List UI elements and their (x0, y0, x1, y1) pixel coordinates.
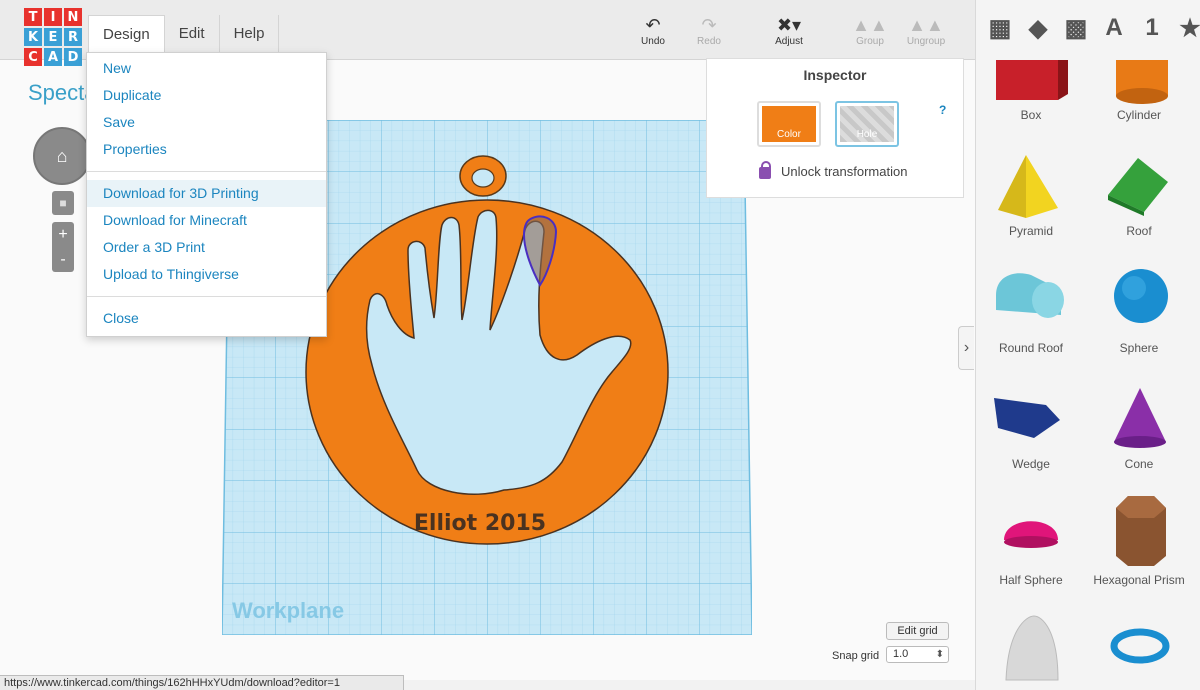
adjust-button[interactable]: ✖▾ Adjust (764, 14, 814, 47)
group-icon: ▲▲ (852, 15, 888, 35)
number-tool-icon[interactable]: 1 (1138, 14, 1166, 42)
adjust-label: Adjust (775, 36, 803, 47)
text-tool-icon[interactable]: A (1100, 14, 1128, 42)
shape-label: Cone (1124, 457, 1154, 471)
tinkercad-logo[interactable]: T I N K E R C A D (24, 8, 82, 66)
shape-label: Roof (1126, 224, 1152, 238)
shape-label: Pyramid (1008, 224, 1053, 238)
color-swatch-label: Color (762, 106, 816, 142)
menu-item-duplicate[interactable]: Duplicate (87, 82, 326, 109)
ungroup-button[interactable]: ▲▲ Ungroup (901, 14, 951, 47)
logo-letter: T (24, 8, 42, 26)
ungroup-icon: ▲▲ (908, 15, 944, 35)
hole-swatch-button[interactable]: Hole (835, 101, 899, 147)
hanging-loop[interactable] (459, 155, 507, 197)
redo-icon: ↷ (701, 15, 717, 35)
paraboloid-icon[interactable] (1005, 615, 1059, 681)
logo-letter: R (64, 28, 82, 46)
redo-button[interactable]: ↷ Redo (684, 14, 734, 47)
inspector-panel: Inspector Color Hole ? Unlock transforma… (706, 58, 964, 198)
undo-label: Undo (641, 36, 665, 47)
top-toolbar: Design Edit Help ↶ Undo ↷ Redo ✖▾ Adjust… (0, 0, 975, 60)
color-swatch-button[interactable]: Color (757, 101, 821, 147)
wireframe-view-icon[interactable]: ▩ (1062, 14, 1090, 42)
sphere-icon[interactable] (1114, 269, 1168, 323)
snap-grid-select[interactable]: 1.0 (886, 646, 949, 663)
logo-letter: C (24, 48, 42, 66)
logo-letter: A (44, 48, 62, 66)
hole-swatch-label: Hole (840, 106, 894, 142)
logo-letter: E (44, 28, 62, 46)
unlock-label: Unlock transformation (781, 163, 908, 179)
shape-label: Box (1020, 108, 1042, 122)
view-icons-bar: ▦ ◆ ▩ A 1 ★ (986, 14, 1200, 42)
status-url-bar: https://www.tinkercad.com/things/162hHHx… (0, 675, 404, 690)
logo-letter: I (44, 8, 62, 26)
unlock-transformation-toggle[interactable]: Unlock transformation (759, 161, 908, 179)
menu-divider (87, 296, 326, 297)
shape-label: Wedge (1012, 457, 1050, 471)
design-menu-dropdown: New Duplicate Save Properties Download f… (86, 52, 327, 337)
torus-icon[interactable] (1110, 628, 1170, 664)
lock-icon (759, 161, 771, 179)
menu-item-save[interactable]: Save (87, 109, 326, 136)
workplane-label: Workplane (232, 598, 345, 623)
group-label: Group (856, 36, 884, 47)
menu-item-order-3d-print[interactable]: Order a 3D Print (87, 234, 326, 261)
menu-item-download-3d-printing[interactable]: Download for 3D Printing (87, 180, 326, 207)
shape-label: Half Sphere (999, 573, 1063, 587)
group-button[interactable]: ▲▲ Group (845, 14, 895, 47)
undo-button[interactable]: ↶ Undo (628, 14, 678, 47)
undo-icon: ↶ (645, 15, 661, 35)
shape-label: Hexagonal Prism (1093, 573, 1185, 587)
grid-view-icon[interactable]: ▦ (986, 14, 1014, 42)
cylinder-icon[interactable] (1116, 60, 1168, 104)
snap-grid-label: Snap grid (832, 650, 880, 662)
logo-letter: D (64, 48, 82, 66)
shapes-panel: ▦ ◆ ▩ A 1 ★ Box Cylinder Pyramid Roof Ro… (975, 0, 1200, 690)
menu-item-new[interactable]: New (87, 55, 326, 82)
menu-edit[interactable]: Edit (165, 15, 220, 53)
edit-grid-button[interactable]: Edit grid (886, 622, 949, 640)
zoom-out-button[interactable]: - (52, 247, 74, 272)
menu-bar: Design Edit Help (88, 15, 280, 53)
menu-divider (87, 171, 326, 172)
pyramid-icon[interactable] (998, 155, 1058, 218)
roof-icon[interactable] (1108, 158, 1168, 216)
ungroup-label: Ungroup (906, 36, 946, 47)
round-roof-icon[interactable] (996, 273, 1064, 318)
inspector-help-link[interactable]: ? (939, 103, 946, 117)
shape-thumbnails (994, 60, 1170, 681)
logo-letter: K (24, 28, 42, 46)
orbit-control[interactable]: ⌂ (33, 127, 91, 185)
zoom-in-button[interactable]: + (52, 222, 74, 247)
menu-item-download-minecraft[interactable]: Download for Minecraft (87, 207, 326, 234)
redo-label: Redo (697, 36, 721, 47)
cone-icon[interactable] (1114, 388, 1166, 448)
logo-letter: N (64, 8, 82, 26)
view-cube-button[interactable]: ■ (52, 191, 74, 215)
menu-help[interactable]: Help (220, 15, 280, 53)
zoom-control[interactable]: + - (52, 222, 74, 272)
shape-label: Cylinder (1116, 108, 1161, 122)
shape-label: Round Roof (998, 341, 1064, 355)
favorites-star-icon[interactable]: ★ (1176, 14, 1200, 42)
inspector-title: Inspector (803, 67, 867, 83)
wedge-icon[interactable] (994, 398, 1060, 438)
menu-design[interactable]: Design (88, 15, 165, 53)
half-sphere-icon[interactable] (1004, 521, 1058, 548)
hexagonal-prism-icon[interactable] (1116, 496, 1166, 566)
menu-item-close[interactable]: Close (87, 305, 326, 332)
menu-item-properties[interactable]: Properties (87, 136, 326, 163)
box-icon[interactable] (996, 60, 1068, 100)
medallion-model[interactable]: Elliot 2015 (305, 199, 669, 545)
menu-item-upload-thingiverse[interactable]: Upload to Thingiverse (87, 261, 326, 288)
cube-view-icon[interactable]: ◆ (1024, 14, 1052, 42)
shape-label: Sphere (1119, 341, 1159, 355)
collapse-panel-chevron-icon[interactable]: › (958, 326, 974, 370)
model-engraved-text: Elliot 2015 (414, 511, 546, 536)
adjust-icon: ✖▾ (776, 15, 802, 35)
